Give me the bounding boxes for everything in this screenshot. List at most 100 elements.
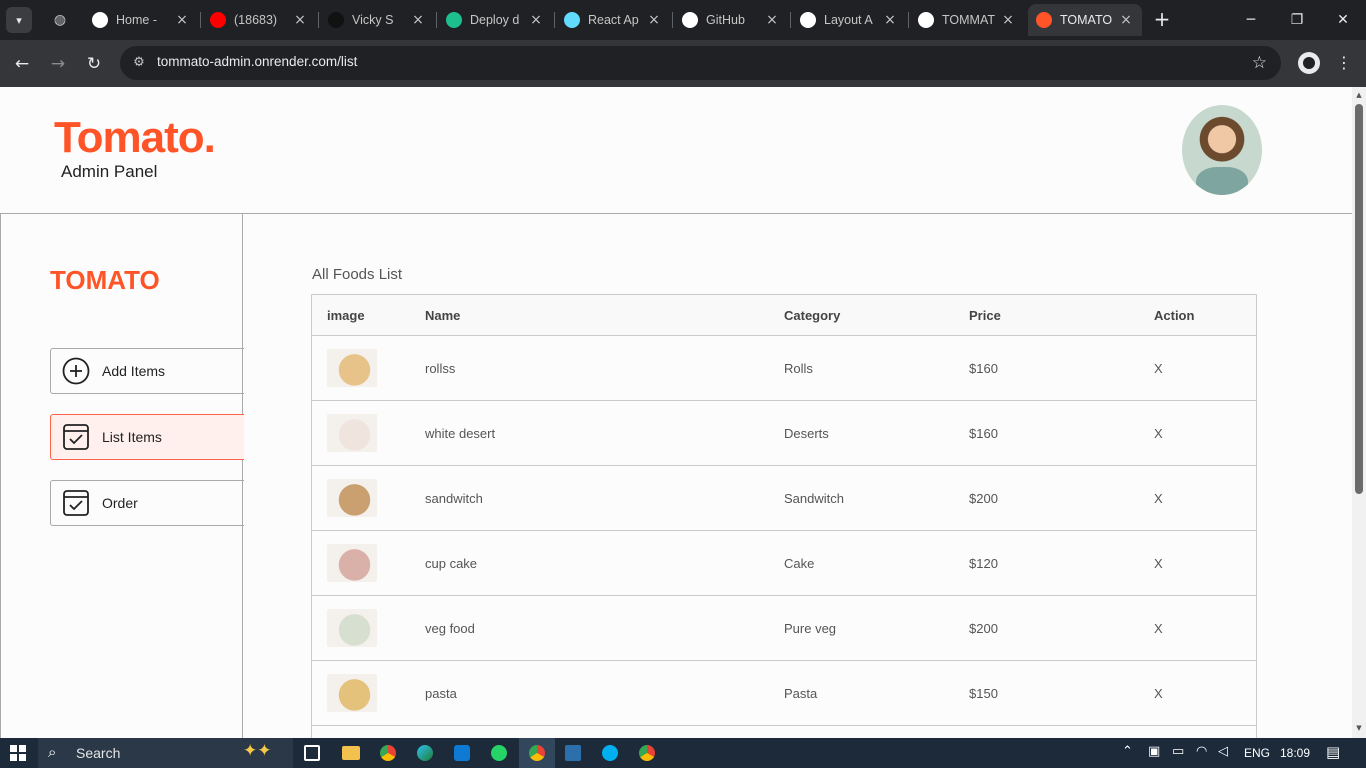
tab-close-icon[interactable]: × [1118, 12, 1134, 28]
bookmark-star-icon[interactable]: ☆ [1252, 53, 1267, 73]
browser-tab[interactable]: (18683) × [202, 4, 316, 36]
tray-chevron-icon[interactable]: ⌃ [1122, 744, 1133, 759]
food-image [327, 544, 377, 582]
new-tab-button[interactable]: + [1150, 8, 1174, 32]
page-viewport: Tomato. Admin Panel TOMATO Add Items Lis… [0, 87, 1352, 738]
chrome-active-icon[interactable] [519, 738, 555, 768]
chrome-icon[interactable] [380, 745, 396, 761]
taskbar: ⌕ Search ✦✦ ⌃ ▣ ▭ ◠ ◁ ENG 18:09 ▤ [0, 738, 1366, 768]
tab-close-icon[interactable]: × [882, 12, 898, 28]
file-explorer-icon[interactable] [342, 746, 360, 760]
table-row: pasta Pasta $150 X [311, 661, 1257, 726]
tab-title: React Ap [588, 13, 639, 27]
admin-panel-label: Admin Panel [61, 162, 158, 181]
back-icon[interactable]: ← [8, 50, 36, 78]
volume-icon[interactable]: ◁ [1218, 744, 1228, 759]
sidebar-item-list-items[interactable]: List Items [50, 414, 244, 460]
sidebar-item-label: List Items [102, 429, 162, 445]
sidebar-item-label: Order [102, 495, 138, 511]
taskbar-search-box[interactable]: ⌕ Search ✦✦ [38, 738, 293, 768]
battery-icon[interactable]: ▭ [1172, 744, 1184, 759]
browser-tab[interactable]: TOMMAT × [910, 4, 1024, 36]
remove-item-button[interactable]: X [1154, 466, 1163, 530]
browser-tab[interactable]: TOMATO × [1028, 4, 1142, 36]
food-name: veg food [425, 620, 475, 636]
image-cell [327, 466, 377, 530]
sidebar-item-order[interactable]: Order [50, 480, 244, 526]
app-icon[interactable] [565, 745, 581, 761]
url-text[interactable]: tommato-admin.onrender.com/list [157, 54, 357, 69]
scroll-down-icon[interactable]: ▼ [1355, 724, 1363, 732]
tab-close-icon[interactable]: × [528, 12, 544, 28]
tab-close-icon[interactable]: × [174, 12, 190, 28]
tab-close-icon[interactable]: × [764, 12, 780, 28]
food-image [327, 674, 377, 712]
browser-tab[interactable]: Layout A × [792, 4, 906, 36]
column-header-name: Name [425, 307, 461, 323]
task-view-icon[interactable] [304, 745, 320, 761]
table-header-row: image Name Category Price Action [311, 294, 1257, 336]
clock[interactable]: 18:09 [1280, 746, 1310, 760]
profile-avatar-icon[interactable] [1298, 52, 1320, 74]
close-window-icon[interactable]: ✕ [1320, 6, 1366, 34]
browser-tabstrip: ▾ ◍ Home - × (18683) × Vicky S × Deploy d × Re… [0, 0, 1366, 40]
page-scrollbar[interactable]: ▲ ▼ [1352, 87, 1366, 738]
tab-title: TOMMAT [942, 13, 996, 27]
chrome-profile-icon[interactable] [639, 745, 655, 761]
openai-icon [800, 12, 816, 28]
skype-icon[interactable] [602, 745, 618, 761]
tab-close-icon[interactable]: × [1000, 12, 1016, 28]
tab-separator [790, 12, 791, 28]
remove-item-button[interactable]: X [1154, 531, 1163, 595]
remove-item-button[interactable]: X [1154, 401, 1163, 465]
whatsapp-icon[interactable] [491, 745, 507, 761]
page-title: All Foods List [312, 266, 403, 283]
tab-separator [554, 12, 555, 28]
sidebar-brand: TOMATO [50, 265, 160, 295]
menu-kebab-icon[interactable]: ⋮ [1334, 52, 1354, 74]
scroll-up-icon[interactable]: ▲ [1355, 91, 1363, 99]
food-image [327, 479, 377, 517]
food-price: $200 [969, 490, 998, 506]
site-info-icon[interactable]: ⚙ [130, 54, 148, 72]
browser-tab[interactable]: React Ap × [556, 4, 670, 36]
image-cell [327, 336, 377, 400]
profile-avatar[interactable] [1182, 105, 1262, 195]
vscode-icon[interactable] [454, 745, 470, 761]
tab-search-button[interactable]: ▾ [6, 7, 32, 33]
forward-icon[interactable]: → [44, 50, 72, 78]
remove-item-button[interactable]: X [1154, 596, 1163, 660]
address-bar[interactable]: ⚙ tommato-admin.onrender.com/list ☆ [120, 46, 1281, 80]
notifications-icon[interactable]: ▤ [1326, 743, 1340, 761]
tab-close-icon[interactable]: × [292, 12, 308, 28]
tab-globe[interactable]: ◍ [44, 4, 76, 36]
tab-close-icon[interactable]: × [410, 12, 426, 28]
sidebar-item-add-items[interactable]: Add Items [50, 348, 244, 394]
food-name: rollss [425, 360, 456, 376]
browser-tab[interactable]: Deploy d × [438, 4, 552, 36]
remove-item-button[interactable]: X [1154, 661, 1163, 725]
wifi-icon[interactable]: ◠ [1196, 744, 1207, 759]
reload-icon[interactable]: ↻ [80, 50, 108, 78]
sidebar: TOMATO Add Items List Items Order [0, 214, 244, 738]
restore-icon[interactable]: ❐ [1274, 6, 1320, 34]
language-indicator[interactable]: ENG [1244, 746, 1270, 760]
tab-close-icon[interactable]: × [646, 12, 662, 28]
scrollbar-thumb[interactable] [1355, 104, 1363, 494]
browser-tab[interactable]: Vicky S × [320, 4, 434, 36]
table-row: veg food Pure veg $200 X [311, 596, 1257, 661]
edge-icon[interactable] [417, 745, 433, 761]
remove-item-button[interactable]: X [1154, 336, 1163, 400]
food-price: $160 [969, 360, 998, 376]
minimize-icon[interactable]: ─ [1228, 6, 1274, 34]
browser-tab[interactable]: GitHub × [674, 4, 788, 36]
tray-device-icon[interactable]: ▣ [1148, 744, 1160, 759]
food-name: cup cake [425, 555, 478, 571]
tomato-icon [1036, 12, 1052, 28]
tab-title: Vicky S [352, 13, 394, 27]
windows-start-icon[interactable] [10, 745, 26, 761]
column-header-category: Category [784, 307, 841, 323]
browser-tab[interactable]: Home - × [84, 4, 198, 36]
image-cell [327, 661, 377, 725]
tab-title: GitHub [706, 13, 745, 27]
